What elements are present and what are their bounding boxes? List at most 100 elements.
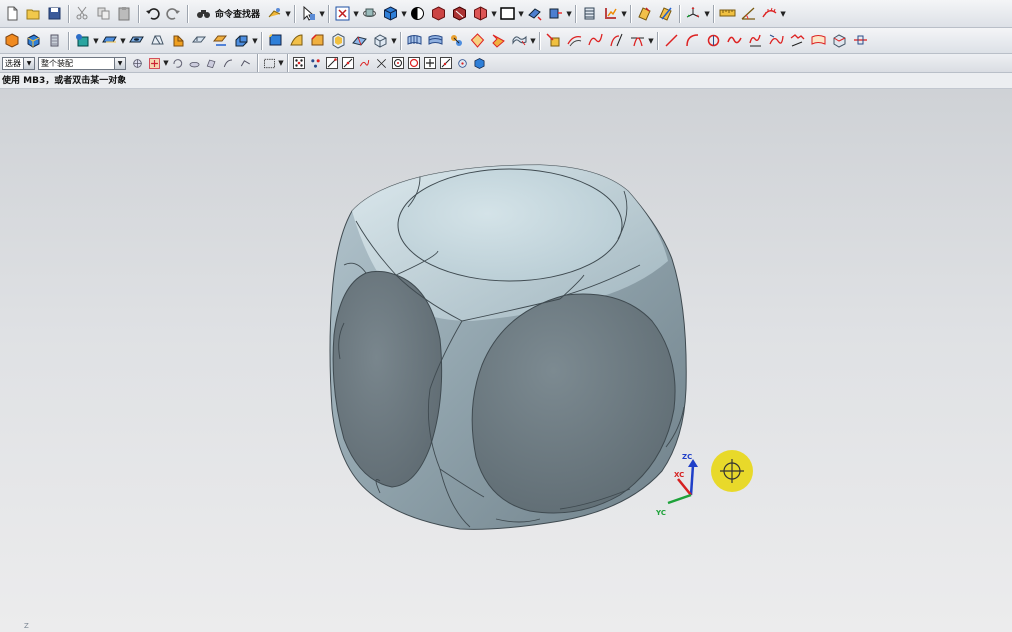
ruler-icon[interactable] [719,5,736,22]
analysis-icon[interactable] [602,5,619,22]
dropdown-arrow-icon[interactable]: ▼ [252,32,258,49]
open-folder-icon[interactable] [25,5,42,22]
dropdown-arrow-icon[interactable]: ▼ [353,5,359,22]
boss-icon[interactable] [149,32,166,49]
revolve-icon[interactable] [101,32,118,49]
snap-settings-icon[interactable] [309,57,322,70]
snap-point-on-face-icon[interactable] [456,57,469,70]
snap-control-point-icon[interactable] [358,57,371,70]
dropdown-arrow-icon[interactable]: ▼ [391,32,397,49]
arc-icon[interactable] [684,32,701,49]
pocket-icon[interactable] [170,32,187,49]
measure-angle-icon[interactable] [740,5,757,22]
dropdown-arrow-icon[interactable]: ▼ [621,5,627,22]
fit-view-icon[interactable] [334,5,351,22]
snap-point-on-curve-icon[interactable] [440,57,452,69]
datum-csys-icon[interactable] [685,5,702,22]
block-orange-icon[interactable] [4,32,21,49]
snap-arc-center-icon[interactable] [392,57,404,69]
command-finder-button[interactable]: 命令查找器 [195,5,260,22]
select-edge-icon[interactable] [222,57,235,70]
section-surface-icon[interactable] [511,32,528,49]
through-mesh-icon[interactable] [427,32,444,49]
dropdown-arrow-icon[interactable]: ▼ [518,5,524,22]
dropdown-arrow-icon[interactable]: ▼ [704,5,710,22]
face-blend-icon[interactable] [288,32,305,49]
sweep-icon[interactable] [490,32,507,49]
dropdown-arrow-icon[interactable]: ▼ [93,32,99,49]
copy-icon[interactable] [95,5,112,22]
dropdown-arrow-icon[interactable]: ▼ [780,5,786,22]
dropdown-arrow-icon[interactable]: ▼ [566,5,572,22]
hole-icon[interactable] [128,32,145,49]
studio-surface-icon[interactable] [448,32,465,49]
reposition-icon[interactable] [547,5,564,22]
thicken-icon[interactable] [372,32,389,49]
edge-blend-icon[interactable] [267,32,284,49]
draft-icon[interactable] [351,32,368,49]
through-curves-icon[interactable] [406,32,423,49]
pad-icon[interactable] [191,32,208,49]
groove-icon[interactable] [212,32,229,49]
combined-projection-icon[interactable] [852,32,869,49]
dropdown-arrow-icon[interactable]: ▼ [648,32,654,49]
datum-axis-icon[interactable] [657,5,674,22]
undo-selection-icon[interactable] [171,57,184,70]
background-color-icon[interactable] [499,5,516,22]
bridge-curve-icon[interactable] [587,32,604,49]
spline-icon[interactable] [726,32,743,49]
helix-icon[interactable] [747,32,764,49]
snap-bounded-grid-icon[interactable] [473,57,486,70]
extrude-icon[interactable] [25,32,42,49]
extract-curve-icon[interactable] [831,32,848,49]
chamfer-icon[interactable] [309,32,326,49]
paste-icon[interactable] [116,5,133,22]
rectangle-select-icon[interactable] [263,57,276,70]
model-scene[interactable]: ZC XC YC [0,89,1012,632]
text-curve-icon[interactable] [789,32,806,49]
dropdown-arrow-icon[interactable]: ▼ [319,5,325,22]
chevron-down-icon[interactable]: ▼ [114,57,125,69]
dropdown-arrow-icon[interactable]: ▼ [491,5,497,22]
select-all-icon[interactable] [148,57,161,70]
display-mode-icon[interactable] [409,5,426,22]
law-curve-icon[interactable] [768,32,785,49]
save-icon[interactable] [46,5,63,22]
circle-curve-icon[interactable] [705,32,722,49]
dropdown-arrow-icon[interactable]: ▼ [285,5,291,22]
snap-mid-point-icon[interactable] [342,57,354,69]
slot-icon[interactable] [233,32,250,49]
cylinder-icon[interactable] [46,32,63,49]
redo-icon[interactable] [165,5,182,22]
select-face-icon[interactable] [205,57,218,70]
select-body-icon[interactable] [188,57,201,70]
wcs-icon[interactable] [266,5,283,22]
snap-grid-icon[interactable] [293,57,305,69]
edit-section-icon[interactable] [472,5,489,22]
rotate-view-icon[interactable] [361,5,378,22]
snap-quadrant-icon[interactable] [408,57,420,69]
section-view-icon[interactable] [430,5,447,22]
chevron-down-icon[interactable]: ▼ [23,57,34,69]
selection-scope-select[interactable]: 整个装配 ▼ [38,56,126,70]
dropdown-arrow-icon[interactable]: ▼ [120,32,126,49]
sketch-icon[interactable] [74,32,91,49]
isoparametric-curve-icon[interactable] [810,32,827,49]
line-icon[interactable] [663,32,680,49]
top-flat-face[interactable] [397,168,623,282]
shell-icon[interactable] [330,32,347,49]
undo-icon[interactable] [144,5,161,22]
divide-curve-icon[interactable] [629,32,646,49]
selection-filter-icon[interactable] [300,5,317,22]
cut-icon[interactable] [74,5,91,22]
new-file-icon[interactable] [4,5,21,22]
clip-view-icon[interactable] [451,5,468,22]
offset-curve-icon[interactable] [566,32,583,49]
dropdown-arrow-icon[interactable]: ▼ [278,55,284,72]
trim-curve-icon[interactable] [608,32,625,49]
dropdown-arrow-icon[interactable]: ▼ [401,5,407,22]
filter-settings-icon[interactable] [131,57,144,70]
measure-body-icon[interactable] [581,5,598,22]
move-component-icon[interactable] [526,5,543,22]
graphics-window[interactable]: ZC XC YC Z [0,89,1012,632]
